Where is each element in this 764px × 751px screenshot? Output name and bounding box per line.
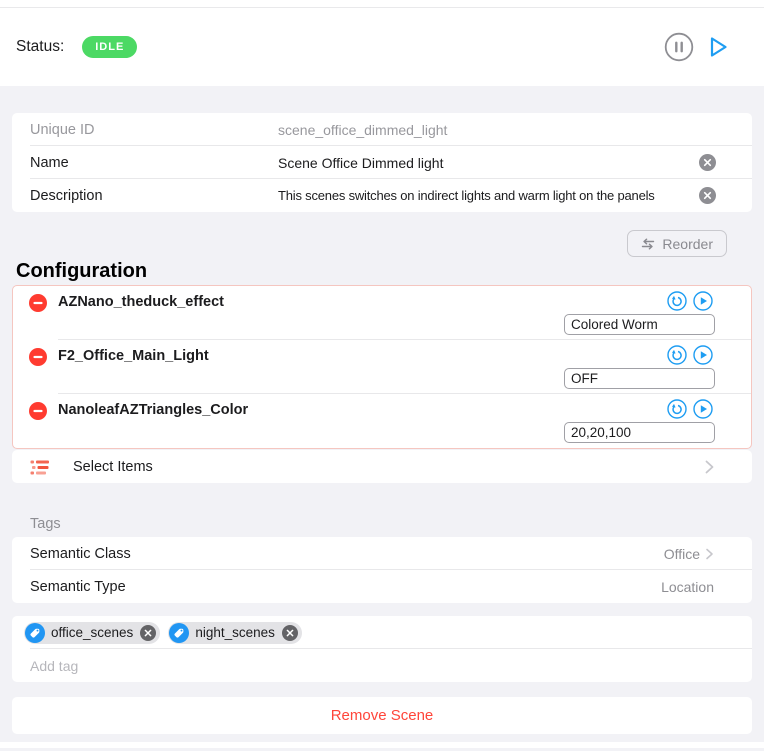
clear-circle-icon — [282, 625, 298, 641]
tag-chip-label: night_scenes — [195, 625, 275, 640]
semantic-class-row[interactable]: Semantic Class Office — [12, 537, 752, 570]
semantic-class-label: Semantic Class — [30, 546, 278, 562]
remove-item-button[interactable] — [29, 294, 47, 312]
play-circle-icon — [693, 291, 713, 311]
status-label: Status: — [16, 38, 64, 56]
undo-button[interactable] — [667, 345, 687, 365]
semantic-type-label: Semantic Type — [30, 579, 278, 595]
pause-button[interactable] — [664, 32, 694, 62]
remove-item-button[interactable] — [29, 348, 47, 366]
add-tag-input[interactable] — [30, 658, 716, 674]
list-icon — [29, 458, 51, 476]
scene-details-card: Unique ID scene_office_dimmed_light Name… — [12, 113, 752, 212]
pause-icon — [664, 32, 694, 62]
tag-circle-icon — [169, 623, 189, 643]
config-item-name: F2_Office_Main_Light — [58, 348, 209, 364]
semantic-class-value: Office — [664, 546, 700, 562]
clear-circle-icon — [140, 625, 156, 641]
config-row-f2-office: F2_Office_Main_Light — [13, 340, 751, 394]
config-value-input[interactable] — [564, 314, 715, 335]
run-item-button[interactable] — [693, 399, 713, 419]
name-value[interactable]: Scene Office Dimmed light — [278, 155, 691, 171]
config-row-aznano: AZNano_theduck_effect — [13, 286, 751, 340]
top-divider — [0, 0, 764, 8]
play-circle-icon — [693, 345, 713, 365]
tags-section-title: Tags — [30, 516, 764, 532]
reorder-label: Reorder — [662, 236, 713, 252]
unique-id-row: Unique ID scene_office_dimmed_light — [12, 113, 752, 146]
undo-circle-icon — [667, 345, 687, 365]
tag-circle-icon — [25, 623, 45, 643]
tag-chip-remove-button[interactable] — [140, 625, 156, 641]
unique-id-label: Unique ID — [30, 122, 278, 138]
chevron-right-icon — [704, 458, 715, 476]
tags-chips-card: office_scenes night_scenes — [12, 616, 752, 682]
tag-chip: office_scenes — [24, 622, 160, 644]
description-clear-button[interactable] — [699, 187, 716, 204]
status-badge: IDLE — [82, 36, 137, 58]
name-row: Name Scene Office Dimmed light — [12, 146, 752, 179]
status-bar: Status: IDLE — [0, 0, 764, 86]
tag-chip-remove-button[interactable] — [282, 625, 298, 641]
config-item-name: AZNano_theduck_effect — [58, 294, 224, 310]
configuration-title: Configuration — [16, 258, 764, 284]
add-tag-row — [12, 649, 752, 682]
minus-circle-icon — [29, 348, 47, 366]
name-clear-button[interactable] — [699, 154, 716, 171]
description-row: Description This scenes switches on indi… — [12, 179, 752, 212]
unique-id-value: scene_office_dimmed_light — [278, 122, 716, 138]
undo-button[interactable] — [667, 399, 687, 419]
undo-circle-icon — [667, 291, 687, 311]
semantic-type-value: Location — [661, 579, 714, 595]
run-item-button[interactable] — [693, 345, 713, 365]
play-icon — [703, 33, 731, 61]
remove-item-button[interactable] — [29, 402, 47, 420]
undo-circle-icon — [667, 399, 687, 419]
undo-button[interactable] — [667, 291, 687, 311]
description-label: Description — [30, 188, 278, 204]
select-items-label: Select Items — [73, 459, 153, 475]
run-item-button[interactable] — [693, 291, 713, 311]
clear-circle-icon — [699, 187, 716, 204]
config-value-input[interactable] — [564, 422, 715, 443]
config-row-nanoleaf: NanoleafAZTriangles_Color — [13, 394, 751, 448]
tag-chip: night_scenes — [168, 622, 302, 644]
play-circle-icon — [693, 399, 713, 419]
run-button[interactable] — [703, 33, 731, 61]
minus-circle-icon — [29, 294, 47, 312]
name-label: Name — [30, 155, 278, 171]
reorder-icon — [641, 238, 655, 250]
bottom-strip — [0, 742, 764, 748]
tag-chip-label: office_scenes — [51, 625, 133, 640]
config-item-name: NanoleafAZTriangles_Color — [58, 402, 248, 418]
semantic-type-row[interactable]: Semantic Type Location — [12, 570, 752, 603]
select-items-row[interactable]: Select Items — [12, 450, 752, 483]
remove-scene-label: Remove Scene — [331, 707, 434, 724]
remove-scene-button[interactable]: Remove Scene — [12, 697, 752, 734]
minus-circle-icon — [29, 402, 47, 420]
clear-circle-icon — [699, 154, 716, 171]
reorder-button[interactable]: Reorder — [627, 230, 727, 257]
description-value[interactable]: This scenes switches on indirect lights … — [278, 188, 691, 203]
semantic-card: Semantic Class Office Semantic Type Loca… — [12, 537, 752, 603]
configuration-card: AZNano_theduck_effect — [12, 285, 752, 449]
config-value-input[interactable] — [564, 368, 715, 389]
chevron-right-icon — [705, 547, 714, 561]
